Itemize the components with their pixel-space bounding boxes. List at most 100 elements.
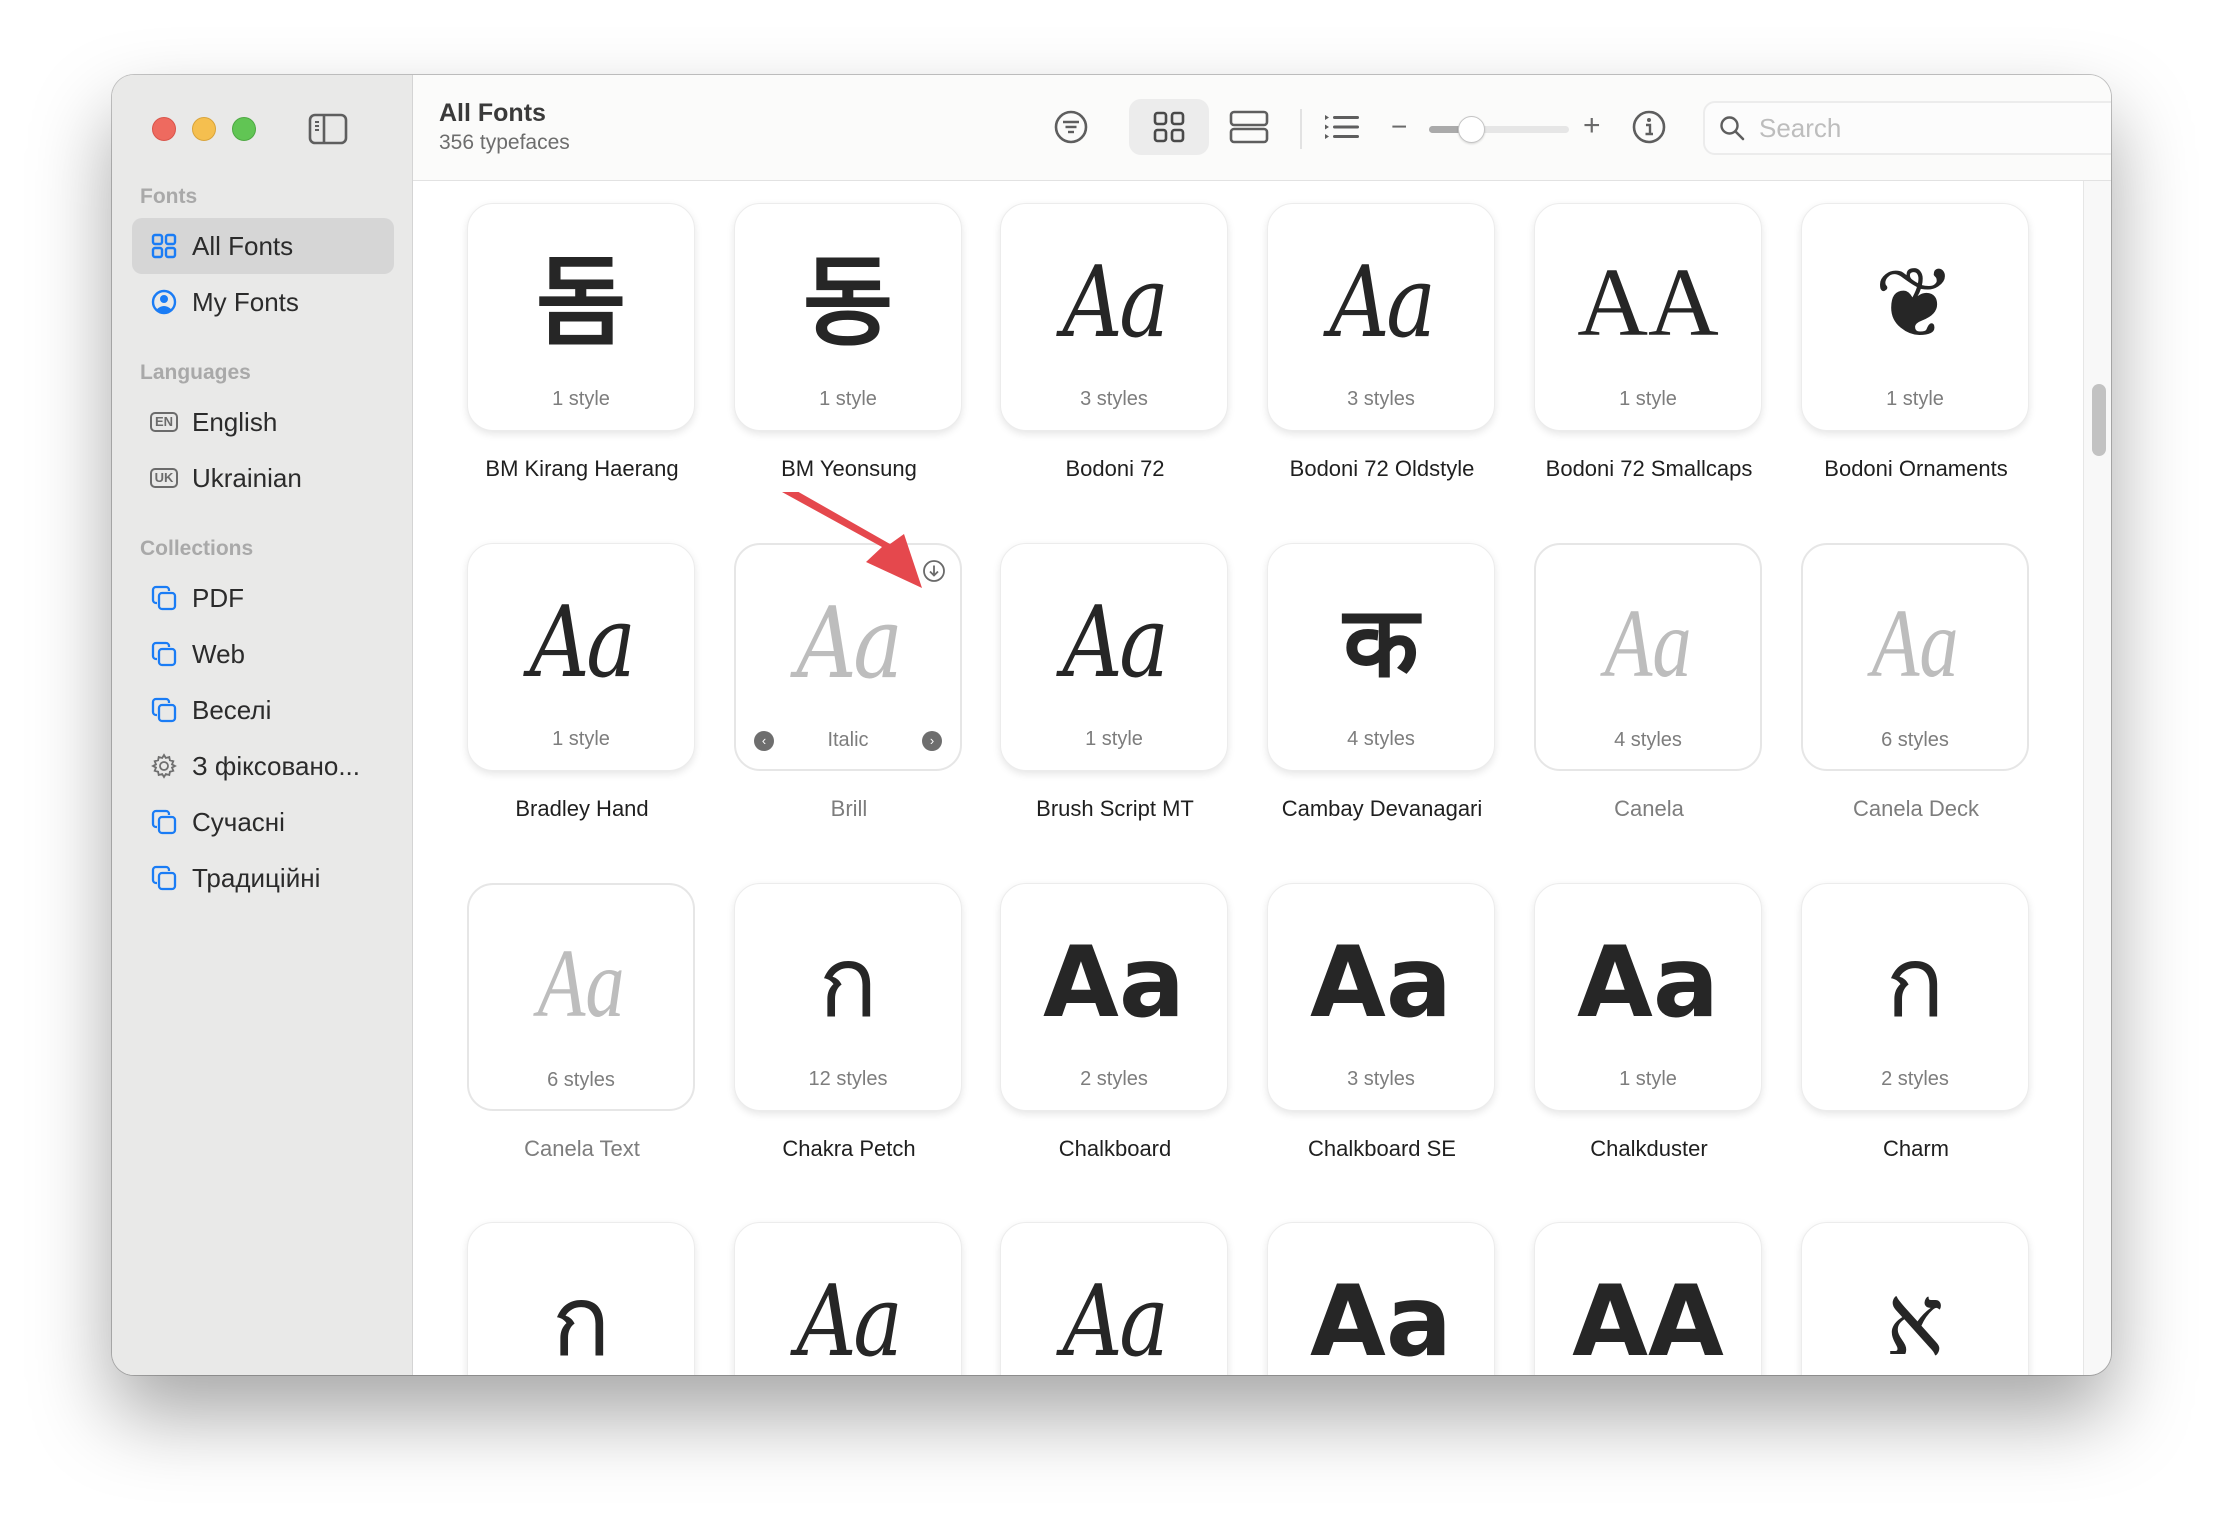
font-preview-card[interactable]: Aa 3 styles [1267,203,1495,431]
sidebar: Fonts All Fonts My Fonts Languages EN En… [112,75,413,1375]
grid-view-button[interactable] [1129,99,1209,155]
language-badge-icon: EN [149,412,179,432]
slider-minus-icon[interactable]: − [1391,111,1407,143]
font-preview-card[interactable]: Aa [1267,1222,1495,1375]
sidebar-icon [308,113,348,145]
sidebar-item-ukrainian[interactable]: UK Ukrainian [132,450,394,506]
font-preview-card[interactable]: Aa 1 style [1534,883,1762,1111]
font-preview-card[interactable]: Aa Italic ‹ › [734,543,962,771]
sidebar-item-my-fonts[interactable]: My Fonts [132,274,394,330]
font-family-name: Cambay Devanagari [1281,796,1483,821]
font-preview-card[interactable]: Aa 1 style [1000,543,1228,771]
font-preview-card[interactable]: Aa [1000,1222,1228,1375]
sidebar-item-collection[interactable]: З фіксовано... [132,738,394,794]
font-preview-card[interactable]: Aa 3 styles [1000,203,1228,431]
info-button[interactable] [1619,99,1679,155]
font-preview-card[interactable]: ก 2 styles [1801,883,2029,1111]
font-sample-glyph: Aa [529,586,635,700]
sidebar-item-label: My Fonts [192,286,299,317]
list-view-button[interactable] [1309,99,1375,155]
sidebar-item-all-fonts[interactable]: All Fonts [132,218,394,274]
close-button[interactable] [152,117,176,141]
font-preview-card[interactable]: Aa [734,1222,962,1375]
font-family-name: Chalkboard [1058,1136,1172,1161]
previous-style-button[interactable]: ‹ [754,731,774,751]
font-sample-glyph: 동 [802,246,894,360]
font-preview-card[interactable]: 돔 1 style [467,203,695,431]
font-preview-card[interactable]: 동 1 style [734,203,962,431]
font-family-name: Canela Text [524,1136,640,1161]
font-preview-card[interactable]: AA [1534,1222,1762,1375]
style-count: 2 styles [1080,1068,1148,1090]
strip-view-icon [1229,110,1269,144]
list-view-icon [1325,115,1359,139]
search-input[interactable] [1759,112,2111,144]
font-preview-card[interactable]: Aa 6 styles [467,883,695,1111]
scrollbar-thumb[interactable] [2092,384,2106,456]
style-count: 1 style [1619,388,1677,410]
sidebar-toggle-button[interactable] [308,113,348,145]
toolbar: All Fonts 356 typefaces − + [413,75,2111,181]
style-count: 1 style [1085,728,1143,750]
sidebar-item-collection[interactable]: Традиційні [132,850,394,906]
search-icon [1720,116,1745,141]
collection-icon [150,864,178,892]
font-sample-glyph: Aa [1310,1265,1452,1375]
font-sample-glyph: ก [1885,926,1945,1040]
slider-plus-icon[interactable]: + [1583,109,1601,143]
font-preview-card[interactable]: א [1801,1222,2029,1375]
font-family-name: Chakra Petch [782,1136,916,1161]
style-count: 3 styles [1347,388,1415,410]
font-preview-card[interactable]: Aa 1 style [467,543,695,771]
font-preview-card[interactable]: ก 12 styles [734,883,962,1111]
strip-view-button[interactable] [1209,99,1289,155]
font-family-name: Brill [830,796,868,821]
font-grid: 돔 1 style BM Kirang Haerang 동 1 style BM Yeon… [413,181,2083,1375]
font-preview-card[interactable]: Aa 3 styles [1267,883,1495,1111]
filter-button[interactable] [1041,99,1101,155]
style-count: 6 styles [1881,729,1949,751]
toolbar-divider [1300,109,1302,149]
sidebar-item-collection[interactable]: Web [132,626,394,682]
sidebar-item-english[interactable]: EN English [132,394,394,450]
font-preview-card[interactable]: Aa 2 styles [1000,883,1228,1111]
preview-size-slider[interactable]: − + [1391,109,1631,149]
font-family-name: Canela [1614,796,1684,821]
font-preview-card[interactable]: ก [467,1222,695,1375]
font-family-name: Bodoni 72 [1065,456,1165,481]
sidebar-item-collection[interactable]: Сучасні [132,794,394,850]
download-icon[interactable] [922,559,946,583]
style-count: 2 styles [1881,1068,1949,1090]
sidebar-item-collection[interactable]: PDF [132,570,394,626]
font-preview-card[interactable]: क 4 styles [1267,543,1495,771]
filter-icon [1054,110,1088,144]
font-sample-glyph: Aa [1062,246,1168,360]
section-title-collections: Collections [140,537,254,560]
minimize-button[interactable] [192,117,216,141]
search-field[interactable] [1703,101,2111,155]
font-sample-glyph: Aa [1329,246,1435,360]
font-preview-card[interactable]: Aa 4 styles [1534,543,1762,771]
sidebar-item-label: Ukrainian [192,462,302,493]
sidebar-item-collection[interactable]: Веселі [132,682,394,738]
sidebar-item-label: Традиційні [192,862,321,893]
section-title-fonts: Fonts [140,185,198,208]
scrollbar[interactable] [2083,181,2111,1375]
font-preview-card[interactable]: Aa 6 styles [1801,543,2029,771]
font-sample-glyph: ❦ [1873,248,1957,358]
style-count: 4 styles [1347,728,1415,750]
slider-knob[interactable] [1458,116,1485,143]
font-sample-glyph: Aa [796,587,902,701]
collection-icon [150,808,178,836]
window-controls [152,117,256,141]
font-preview-card[interactable]: AA 1 style [1534,203,1762,431]
language-badge-icon: UK [149,468,179,488]
font-family-name: Bodoni 72 Smallcaps [1545,456,1753,481]
next-style-button[interactable]: › [922,731,942,751]
section-title-languages: Languages [140,361,251,384]
font-sample-glyph: Aa [1604,590,1692,698]
font-preview-card[interactable]: ❦ 1 style [1801,203,2029,431]
font-sample-glyph: Aa [1062,1265,1168,1375]
style-count: 1 style [552,728,610,750]
zoom-button[interactable] [232,117,256,141]
